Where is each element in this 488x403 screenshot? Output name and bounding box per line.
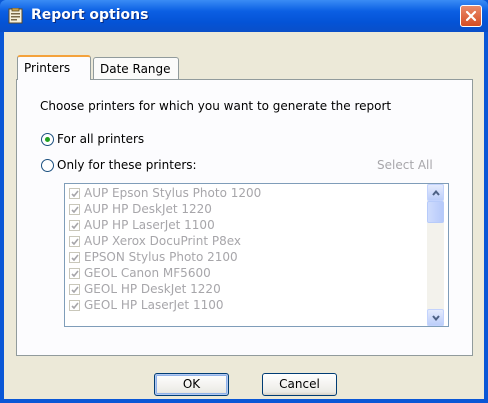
tab-date-range[interactable]: Date Range — [93, 57, 179, 79]
title-bar[interactable]: Report options — [0, 0, 488, 32]
radio-button-selected[interactable] — [41, 133, 54, 146]
cancel-button[interactable]: Cancel — [262, 373, 337, 396]
printer-name: GEOL HP LaserJet 1100 — [84, 298, 224, 312]
checkbox — [69, 220, 80, 231]
printer-list[interactable]: AUP Epson Stylus Photo 1200 AUP HP DeskJ… — [64, 183, 449, 327]
tab-printers[interactable]: Printers — [17, 55, 91, 80]
printer-name: GEOL Canon MF5600 — [84, 266, 211, 280]
printer-name: AUP Xerox DocuPrint P8ex — [84, 234, 242, 248]
tab-label: Printers — [24, 61, 71, 75]
checkbox — [69, 284, 80, 295]
checkbox — [69, 188, 80, 199]
ok-button[interactable]: OK — [154, 373, 229, 396]
radio-button[interactable] — [41, 159, 54, 172]
description-text: Choose printers for which you want to ge… — [40, 99, 392, 113]
printer-name: EPSON Stylus Photo 2100 — [84, 250, 238, 264]
radio-label: For all printers — [57, 132, 145, 146]
checkbox — [69, 268, 80, 279]
scroll-down-button[interactable] — [427, 309, 444, 326]
printer-name: AUP Epson Stylus Photo 1200 — [84, 186, 262, 200]
radio-label: Only for these printers: — [57, 158, 197, 172]
scroll-thumb[interactable] — [427, 201, 444, 223]
close-button[interactable] — [460, 5, 482, 27]
printer-name: GEOL HP DeskJet 1220 — [84, 282, 221, 296]
printers-tab-panel: Choose printers for which you want to ge… — [16, 79, 473, 356]
checkbox — [69, 204, 80, 215]
checkbox — [69, 252, 80, 263]
report-icon — [8, 7, 23, 24]
checkbox — [69, 300, 80, 311]
window-title: Report options — [31, 7, 149, 23]
vertical-scrollbar[interactable] — [427, 184, 444, 326]
printer-name: AUP HP DeskJet 1220 — [84, 202, 212, 216]
printer-name: AUP HP LaserJet 1100 — [84, 218, 215, 232]
checkbox — [69, 236, 80, 247]
report-options-dialog: Report options Printers Date Range Choos… — [0, 0, 488, 403]
dialog-body: Printers Date Range Choose printers for … — [4, 32, 484, 399]
scroll-up-button[interactable] — [427, 184, 444, 201]
select-all-link: Select All — [377, 158, 433, 172]
tab-label: Date Range — [100, 62, 171, 76]
